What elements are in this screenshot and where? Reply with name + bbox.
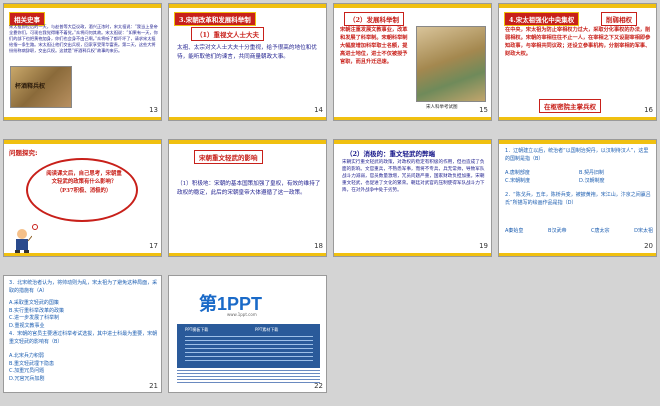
link-lines [185, 336, 313, 364]
option-d[interactable]: D.重视文教事业 [9, 323, 159, 331]
slide-number: 13 [149, 106, 158, 114]
top-bar [4, 4, 161, 8]
slide-17[interactable]: 问题探究: 阅读课文后，自己思考，宋朝重文轻武的政策有什么影响？（P37积极、消… [3, 139, 162, 257]
q4-options: A.北宋兵力积弱 B.重文轻武埋下隐患 C.加重冗员问题 D.冗官冗兵加剧 [9, 353, 159, 383]
question-4: 4．宋朝的官员主要通过科举考试选拔，其中进士科最为重要，宋朝重文轻武的影响有（B… [9, 331, 158, 345]
slide-number: 18 [314, 242, 323, 250]
option-d[interactable]: D.汉朝制度 [579, 178, 653, 186]
slide-22[interactable]: 第1PPT www.1ppt.com PPT模板下载 PPT素材下载 22 [168, 275, 327, 393]
option-c[interactable]: C.宋朝制度 [505, 178, 579, 186]
bubble-dot-icon [32, 224, 38, 230]
slide-tag-secondary: 削弱相权 [601, 12, 637, 26]
bottom-bar [4, 253, 161, 256]
slide-18[interactable]: 宋朝重文轻武的影响 （1）积极地：宋朝的基本国策加强了皇权，有效的维持了政权的稳… [168, 139, 327, 257]
slide-text: 宋太祖即位后的一天，与赵普等大臣议政，酒兴正浓时，宋太祖说：“我当上皇帝全靠你们… [9, 24, 158, 53]
slide-tag: （2）消极的：重文轻武的弊端 [346, 150, 436, 158]
top-bar [169, 140, 326, 144]
bottom-bar [499, 253, 656, 256]
slide-text: 太祖、太宗对文人士大夫十分重视，给予很高的地位和优待，能听取他们的谏言，共同商量… [177, 45, 317, 60]
option-d[interactable]: D宋太祖 [634, 228, 653, 236]
slide-number: 14 [314, 106, 323, 114]
top-bar [334, 4, 491, 8]
bottom-bar [169, 117, 326, 120]
logo-sub: www.1ppt.com [227, 312, 257, 317]
slide-tag-bottom: 在枢密院主掌兵权 [539, 99, 601, 113]
slide-text: 在中央，宋太祖为防止宰相权力过大，采取分化事权的办法，削弱相权。宋朝的宰相往往不… [505, 27, 651, 58]
q3-options: A.采取重文轻武的国策 B.实行重科举改革的政策 C.进一步发展了科举制 D.重… [9, 300, 159, 330]
q2-options: A秦始皇 B汉武帝 C唐太宗 D宋太祖 [505, 228, 653, 236]
slide-tag: 宋朝重文轻武的影响 [194, 150, 263, 164]
slide-number: 17 [149, 242, 158, 250]
option-a[interactable]: A.唐制部度 [505, 170, 579, 178]
slide-21[interactable]: 3．北宋统治者认为，将帅动则为乱，宋太祖为了避免这种局面，采取的措施有（A） A… [3, 275, 162, 393]
slide-20[interactable]: 1．辽朝建立以后，统治者“以国制治契丹，以汉制待汉人”，这里的国制是指（B） A… [498, 139, 657, 257]
slide-19[interactable]: （2）消极的：重文轻武的弊端 宋朝实行重文轻武的政策，对政权的稳定有积极的作用，… [333, 139, 492, 257]
bottom-bar [169, 253, 326, 256]
option-a[interactable]: A.采取重文轻武的国策 [9, 300, 159, 308]
bottom-bar [4, 117, 161, 120]
slide-text: （1）积极地：宋朝的基本国策加强了皇权，有效的维持了政权的稳定，此后的宋朝皇帝大… [177, 181, 321, 197]
bubble-text: 阅读课文后，自己思考，宋朝重文轻武的政策有什么影响？（P37积极、消极的） [46, 171, 122, 194]
option-a[interactable]: A.北宋兵力积弱 [9, 353, 159, 361]
q1-options: A.唐制部度 B.契丹旧制 C.宋朝制度 D.汉朝制度 [505, 170, 653, 185]
exam-painting [416, 26, 486, 102]
teacher-icon [12, 228, 33, 254]
slide-15[interactable]: （2）发展科举制 宋朝注重发展文教事业，改革和发展了科举制。宋朝科举制大幅度增加… [333, 3, 492, 121]
option-c[interactable]: C.进一步发展了科举制 [9, 315, 159, 323]
painting-caption: 宋人科举考试图 [426, 105, 458, 110]
col-title-materials[interactable]: PPT素材下载 [255, 327, 278, 333]
slide-tag: 3.宋朝改革和发展科举制 [174, 12, 256, 26]
bottom-bar [334, 253, 491, 256]
top-bar [499, 4, 656, 8]
logo-text: 第1PPT [199, 294, 263, 314]
slide-text: 宋朝实行重文轻武的政策，对政权的稳定有积极的作用，但也造成了负面的影响。文官重兵… [342, 160, 485, 193]
slide-subtitle: （1）重视文人士大夫 [191, 27, 265, 41]
painting-label: 杯酒释兵权 [15, 83, 46, 90]
top-bar [334, 140, 491, 144]
option-b[interactable]: B汉武帝 [548, 228, 566, 236]
slide-14[interactable]: 3.宋朝改革和发展科举制 （1）重视文人士大夫 太祖、太宗对文人士大夫十分重视，… [168, 3, 327, 121]
slide-text: 宋朝注重发展文教事业，改革和发展了科举制。宋朝科举制大幅度增加科举取士名额，提高… [340, 27, 408, 66]
option-b[interactable]: B.重文轻武埋下隐患 [9, 361, 159, 369]
slide-number: 15 [479, 106, 488, 114]
option-c[interactable]: C.加重冗员问题 [9, 368, 159, 376]
slide-number: 20 [644, 242, 653, 250]
slide-tag: （2）发展科举制 [344, 12, 405, 26]
slide-13[interactable]: 相关史事 宋太祖即位后的一天，与赵普等大臣议政，酒兴正浓时，宋太祖说：“我当上皇… [3, 3, 162, 121]
top-bar [169, 4, 326, 8]
question-3: 3．北宋统治者认为，将帅动则为乱，宋太祖为了避免这种局面，采取的措施有（A） [9, 280, 158, 294]
option-a[interactable]: A秦始皇 [505, 228, 523, 236]
question-1: 1．辽朝建立以后，统治者“以国制治契丹，以汉制待汉人”，这里的国制是指（B） [505, 148, 649, 162]
option-d[interactable]: D.冗官冗兵加剧 [9, 376, 159, 384]
history-painting: 杯酒释兵权 [10, 66, 72, 108]
option-b[interactable]: B.契丹旧制 [579, 170, 653, 178]
slide-16[interactable]: 4.宋太祖强化中央集权 削弱相权 在中央，宋太祖为防止宰相权力过大，采取分化事权… [498, 3, 657, 121]
bottom-bar [334, 117, 491, 120]
top-bar [4, 140, 161, 144]
slide-number: 16 [644, 106, 653, 114]
slide-number: 19 [479, 242, 488, 250]
slide-number: 22 [314, 382, 323, 390]
option-b[interactable]: B.实行重科举改革的政策 [9, 308, 159, 316]
slide-tag: 4.宋太祖强化中央集权 [504, 12, 580, 26]
download-panel: PPT模板下载 PPT素材下载 [177, 324, 320, 368]
top-bar [499, 140, 656, 144]
bottom-bar [499, 117, 656, 120]
question-2: 2．“陈戈兵，五年，陈桥兵变，被披黄袍，宋江山，汴京之间嬴吕氏”所描写的绘画作品… [505, 192, 651, 206]
thought-bubble: 阅读课文后，自己思考，宋朝重文轻武的政策有什么影响？（P37积极、消极的） [26, 158, 138, 222]
footer-links [177, 370, 320, 384]
col-title-templates[interactable]: PPT模板下载 [185, 327, 208, 333]
option-c[interactable]: C唐太宗 [591, 228, 610, 236]
slide-tag: 问题探究: [9, 149, 38, 157]
slide-number: 21 [149, 382, 158, 390]
